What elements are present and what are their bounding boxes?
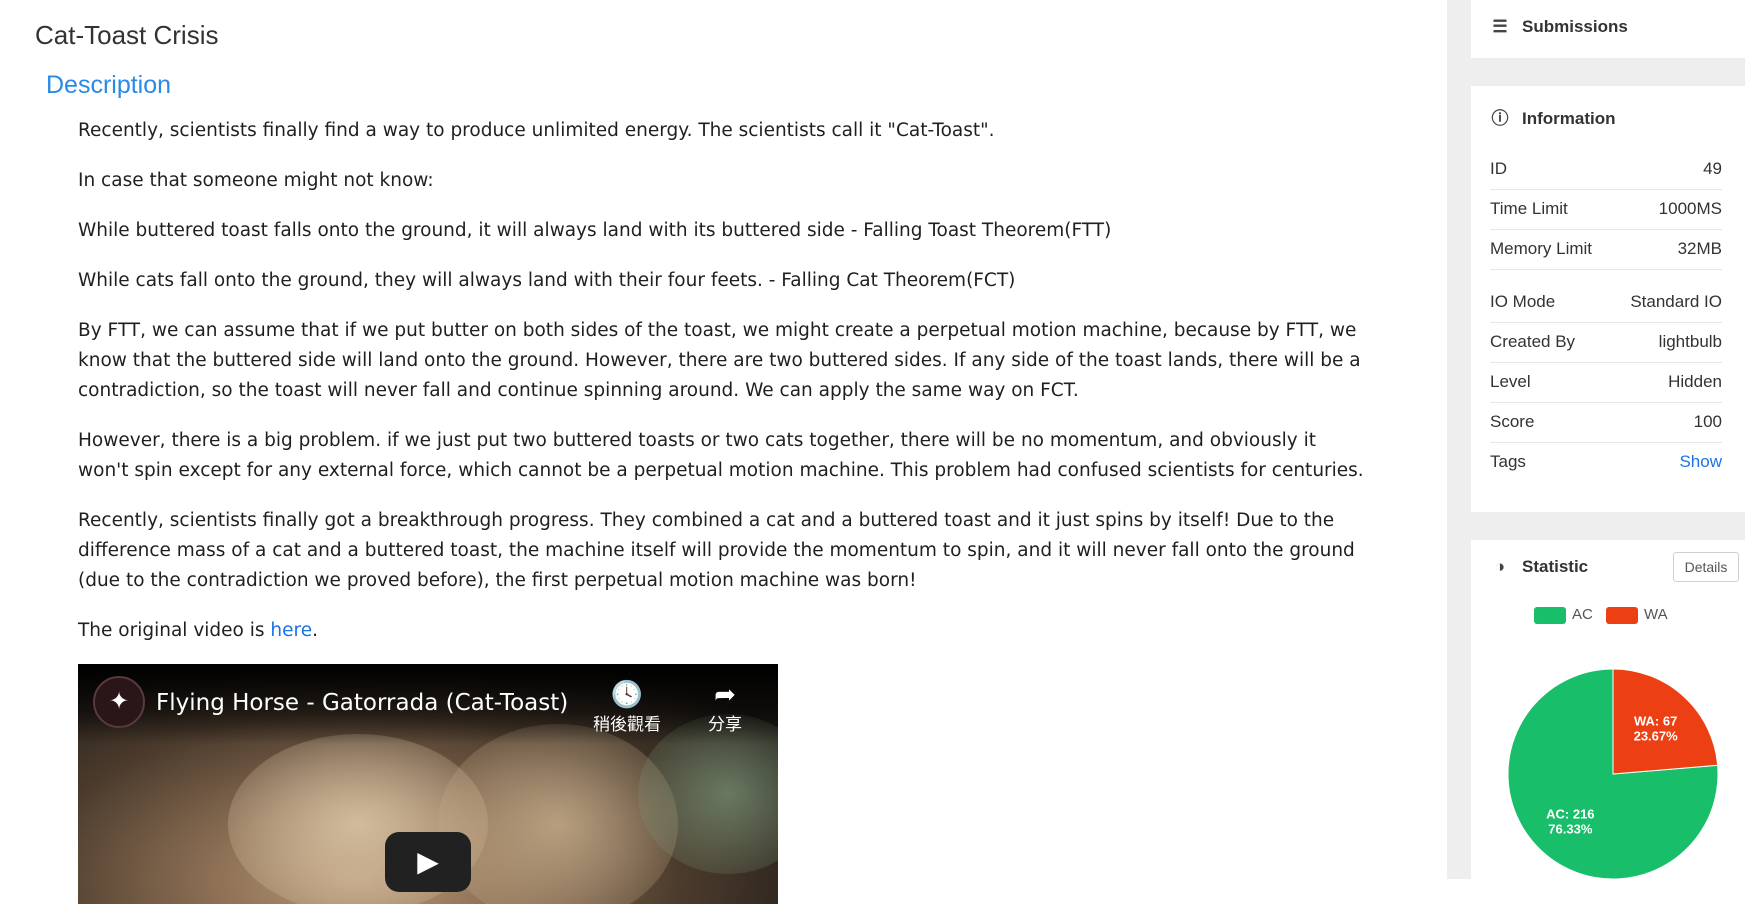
statistic-card: ◑ Statistic Details AC WA AC: 216 76.33% WA… bbox=[1471, 540, 1745, 879]
info-row-tags: Tags Show bbox=[1490, 444, 1722, 482]
statistic-pie-chart: AC: 21676.33% WA: 6723.67% bbox=[1507, 668, 1719, 879]
description-paragraph: In case that someone might not know: bbox=[78, 170, 434, 191]
info-value: 49 bbox=[1703, 159, 1722, 178]
legend-item-ac[interactable]: AC bbox=[1534, 606, 1593, 624]
description-paragraph: Recently, scientists finally got a break… bbox=[78, 510, 1355, 591]
statistic-title: Statistic bbox=[1522, 557, 1589, 576]
sidebar: ☰ Submissions ⓘ Information ID 49 Time Limi… bbox=[1447, 0, 1745, 879]
information-title: Information bbox=[1522, 109, 1616, 128]
info-key: Memory Limit bbox=[1490, 239, 1593, 258]
information-card: ⓘ Information ID 49 Time Limit 1000MS Memor… bbox=[1471, 86, 1745, 512]
info-key: Time Limit bbox=[1490, 199, 1568, 218]
legend-swatch-ac bbox=[1534, 606, 1566, 624]
embedded-video[interactable]: ✦ Flying Horse - Gatorrada (Cat-Toast) 🕓… bbox=[78, 664, 778, 904]
pie-percent-label: 23.67% bbox=[1634, 729, 1679, 744]
pegasus-logo-icon[interactable]: ✦ bbox=[93, 676, 145, 728]
info-row-time-limit: Time Limit 1000MS bbox=[1490, 191, 1722, 230]
info-value: 1000MS bbox=[1658, 199, 1722, 218]
legend-label-ac: AC bbox=[1572, 606, 1593, 623]
info-key: IO Mode bbox=[1490, 292, 1556, 311]
info-row-level: Level Hidden bbox=[1490, 364, 1722, 403]
info-row-created-by: Created By lightbulb bbox=[1490, 324, 1722, 363]
share-label: 分享 bbox=[708, 715, 742, 735]
description-paragraph: By FTT, we can assume that if we put but… bbox=[78, 320, 1361, 401]
menu-lines-icon: ☰ bbox=[1492, 17, 1508, 36]
info-row-memory-limit: Memory Limit 32MB bbox=[1490, 231, 1722, 270]
statistic-header: ◑ Statistic bbox=[1490, 557, 1588, 577]
play-button[interactable]: ▶ bbox=[385, 832, 471, 892]
watch-later-button[interactable]: 🕓 稍後觀看 bbox=[593, 680, 661, 735]
problem-main: Cat-Toast Crisis Description Recently, s… bbox=[0, 0, 1447, 904]
share-button[interactable]: ➦ 分享 bbox=[708, 680, 742, 735]
info-key: Score bbox=[1490, 412, 1535, 431]
pie-percent-label: 76.33% bbox=[1548, 821, 1593, 836]
info-value: 32MB bbox=[1677, 239, 1722, 258]
legend-label-wa: WA bbox=[1644, 606, 1668, 623]
info-key: Tags bbox=[1490, 452, 1526, 471]
problem-description: Recently, scientists finally find a way … bbox=[78, 116, 1368, 666]
pie-data-label: AC: 216 bbox=[1546, 806, 1594, 821]
description-heading: Description bbox=[46, 71, 172, 99]
video-line-prefix: The original video is bbox=[78, 620, 271, 641]
info-key: Created By bbox=[1490, 332, 1576, 351]
info-key: Level bbox=[1490, 372, 1531, 391]
video-line: The original video is here. bbox=[78, 616, 1368, 646]
tags-show-link[interactable]: Show bbox=[1679, 452, 1722, 472]
information-header: ⓘ Information bbox=[1490, 104, 1616, 129]
info-value: Hidden bbox=[1668, 372, 1722, 391]
description-paragraph: Recently, scientists finally find a way … bbox=[78, 120, 995, 141]
info-circle-icon: ⓘ bbox=[1491, 109, 1509, 128]
info-value: Standard IO bbox=[1630, 292, 1722, 311]
description-paragraph: While buttered toast falls onto the grou… bbox=[78, 220, 1112, 241]
play-icon: ▶ bbox=[417, 846, 439, 877]
info-row-io-mode: IO Mode Standard IO bbox=[1490, 284, 1722, 323]
legend-swatch-wa bbox=[1606, 606, 1638, 624]
info-row-id: ID 49 bbox=[1490, 151, 1722, 190]
video-title[interactable]: Flying Horse - Gatorrada (Cat-Toast) bbox=[156, 690, 568, 716]
info-value: 100 bbox=[1693, 412, 1722, 431]
submissions-label: Submissions bbox=[1522, 17, 1628, 36]
submissions-link[interactable]: ☰ Submissions bbox=[1490, 17, 1628, 37]
submissions-card[interactable]: ☰ Submissions bbox=[1471, 0, 1745, 58]
pie-data-label: WA: 67 bbox=[1634, 714, 1677, 729]
video-line-suffix: . bbox=[312, 620, 318, 641]
video-link[interactable]: here bbox=[270, 620, 312, 641]
info-row-score: Score 100 bbox=[1490, 404, 1722, 443]
problem-title: Cat-Toast Crisis bbox=[35, 20, 219, 50]
clock-icon: 🕓 bbox=[610, 680, 644, 710]
description-paragraph: While cats fall onto the ground, they wi… bbox=[78, 270, 1016, 291]
share-icon: ➦ bbox=[714, 680, 736, 710]
info-value: lightbulb bbox=[1658, 332, 1722, 351]
watch-later-label: 稍後觀看 bbox=[593, 715, 661, 735]
pie-chart-icon: ◑ bbox=[1494, 557, 1506, 576]
description-paragraph: However, there is a big problem. if we j… bbox=[78, 430, 1364, 481]
details-button[interactable]: Details bbox=[1673, 552, 1739, 582]
info-key: ID bbox=[1490, 159, 1507, 178]
legend-item-wa[interactable]: WA bbox=[1606, 606, 1668, 624]
